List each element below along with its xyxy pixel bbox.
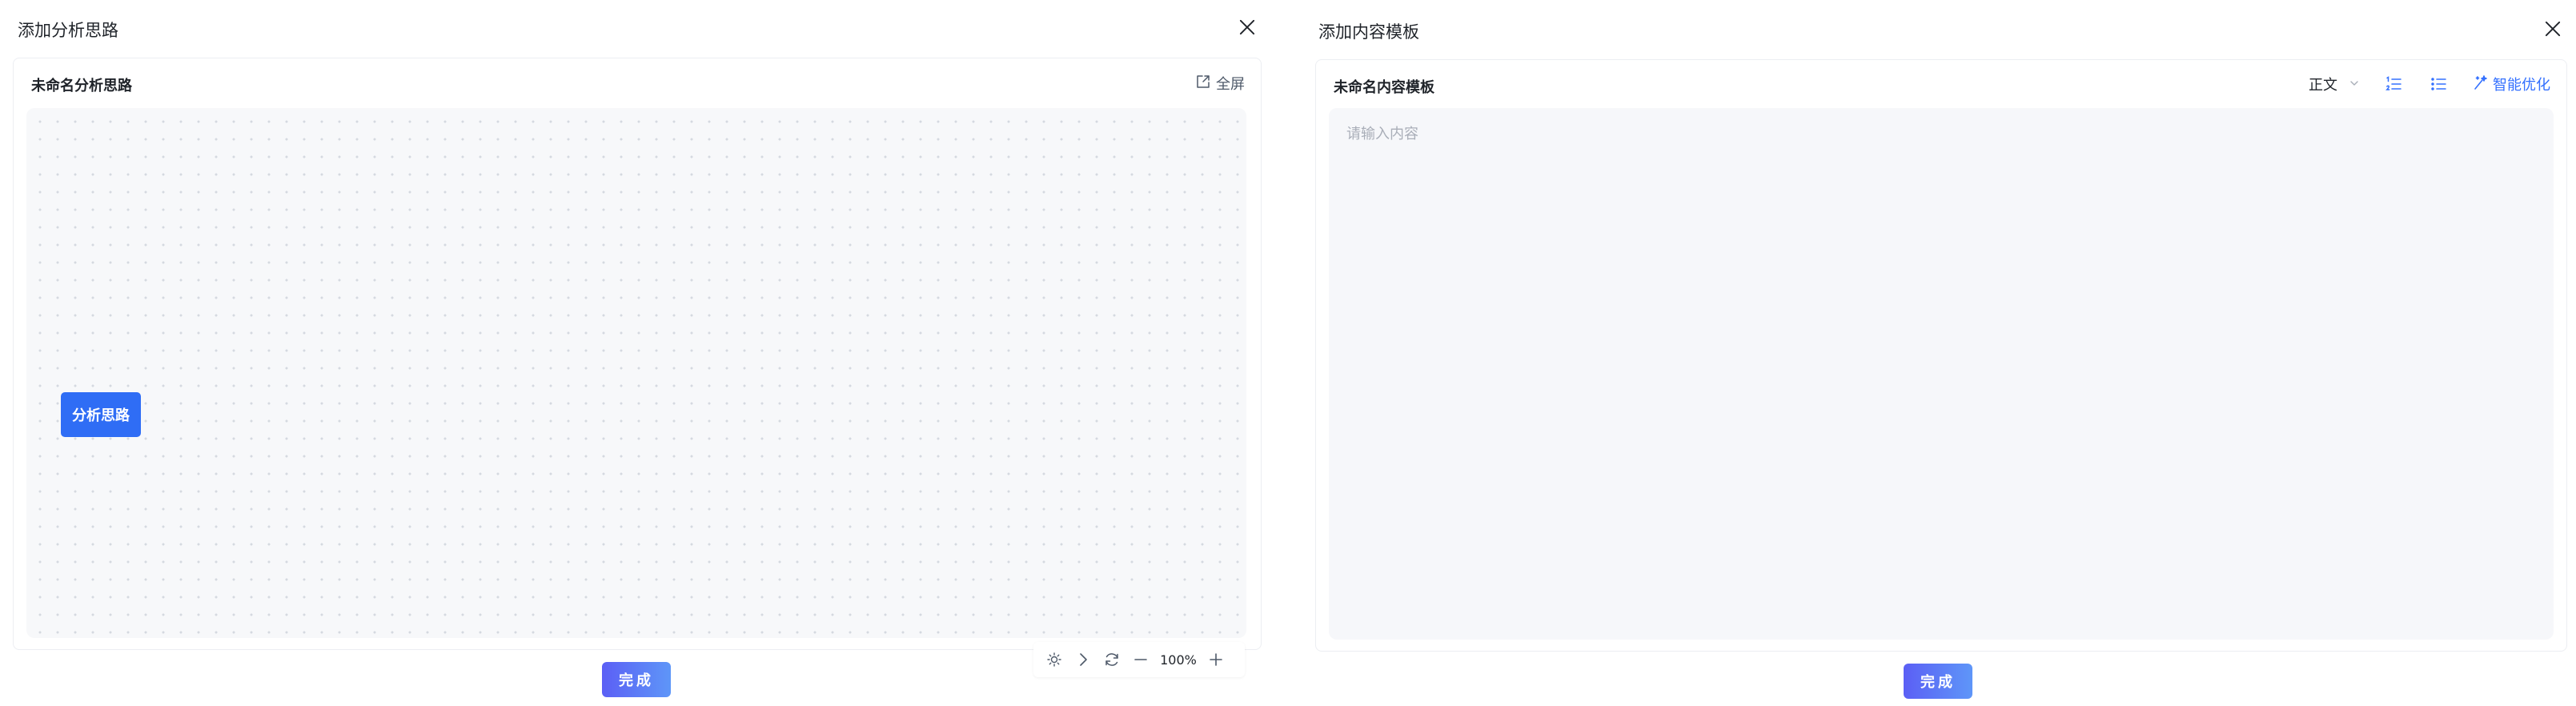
template-card: 未命名内容模板 正文 智能优化 请输入内容: [1315, 59, 2567, 652]
mindmap-root-node[interactable]: 分析思路: [61, 392, 141, 437]
text-style-value: 正文: [2309, 77, 2337, 94]
ai-optimize-label: 智能优化: [2493, 77, 2550, 94]
template-name[interactable]: 未命名内容模板: [1334, 76, 1434, 97]
chevron-down-icon: [2349, 76, 2360, 93]
add-analysis-dialog: 添加分析思路 未命名分析思路 全屏 分析思路 100% 完成: [0, 0, 1265, 706]
fullscreen-label: 全屏: [1216, 76, 1245, 93]
zoom-level: 100%: [1160, 652, 1197, 668]
editor-toolbar: 正文 智能优化: [2309, 71, 2550, 97]
chevron-right-icon[interactable]: [1069, 645, 1097, 674]
done-button[interactable]: 完成: [1904, 664, 1972, 699]
expand-icon: [1195, 74, 1211, 94]
close-icon[interactable]: [2542, 18, 2564, 40]
done-button[interactable]: 完成: [602, 662, 671, 697]
bullet-list-icon[interactable]: [2427, 73, 2450, 95]
ordered-list-icon[interactable]: [2382, 73, 2405, 95]
lightbulb-icon[interactable]: [1040, 645, 1069, 674]
dialog-title: 添加内容模板: [1318, 22, 1419, 42]
refresh-icon[interactable]: [1097, 645, 1126, 674]
analysis-card: 未命名分析思路 全屏 分析思路 100%: [13, 58, 1262, 677]
zoom-toolbar: 100%: [1033, 642, 1245, 677]
mindmap-canvas[interactable]: 分析思路 100%: [26, 108, 1246, 677]
zoom-out-icon[interactable]: [1126, 645, 1155, 674]
dialog-title: 添加分析思路: [18, 21, 118, 40]
ai-optimize-button[interactable]: 智能优化: [2472, 74, 2550, 95]
editor-placeholder[interactable]: 请输入内容: [1346, 122, 1418, 143]
close-icon[interactable]: [1236, 16, 1258, 38]
magic-wand-icon: [2472, 74, 2490, 95]
fullscreen-button[interactable]: 全屏: [1195, 73, 1245, 94]
text-style-select[interactable]: 正文: [2309, 74, 2360, 94]
add-content-template-dialog: 添加内容模板 未命名内容模板 正文 智能优化 请输入内容 完成: [1301, 0, 2576, 706]
analysis-name[interactable]: 未命名分析思路: [31, 74, 132, 95]
zoom-in-icon[interactable]: [1202, 645, 1230, 674]
content-editor[interactable]: 请输入内容: [1329, 108, 2554, 640]
